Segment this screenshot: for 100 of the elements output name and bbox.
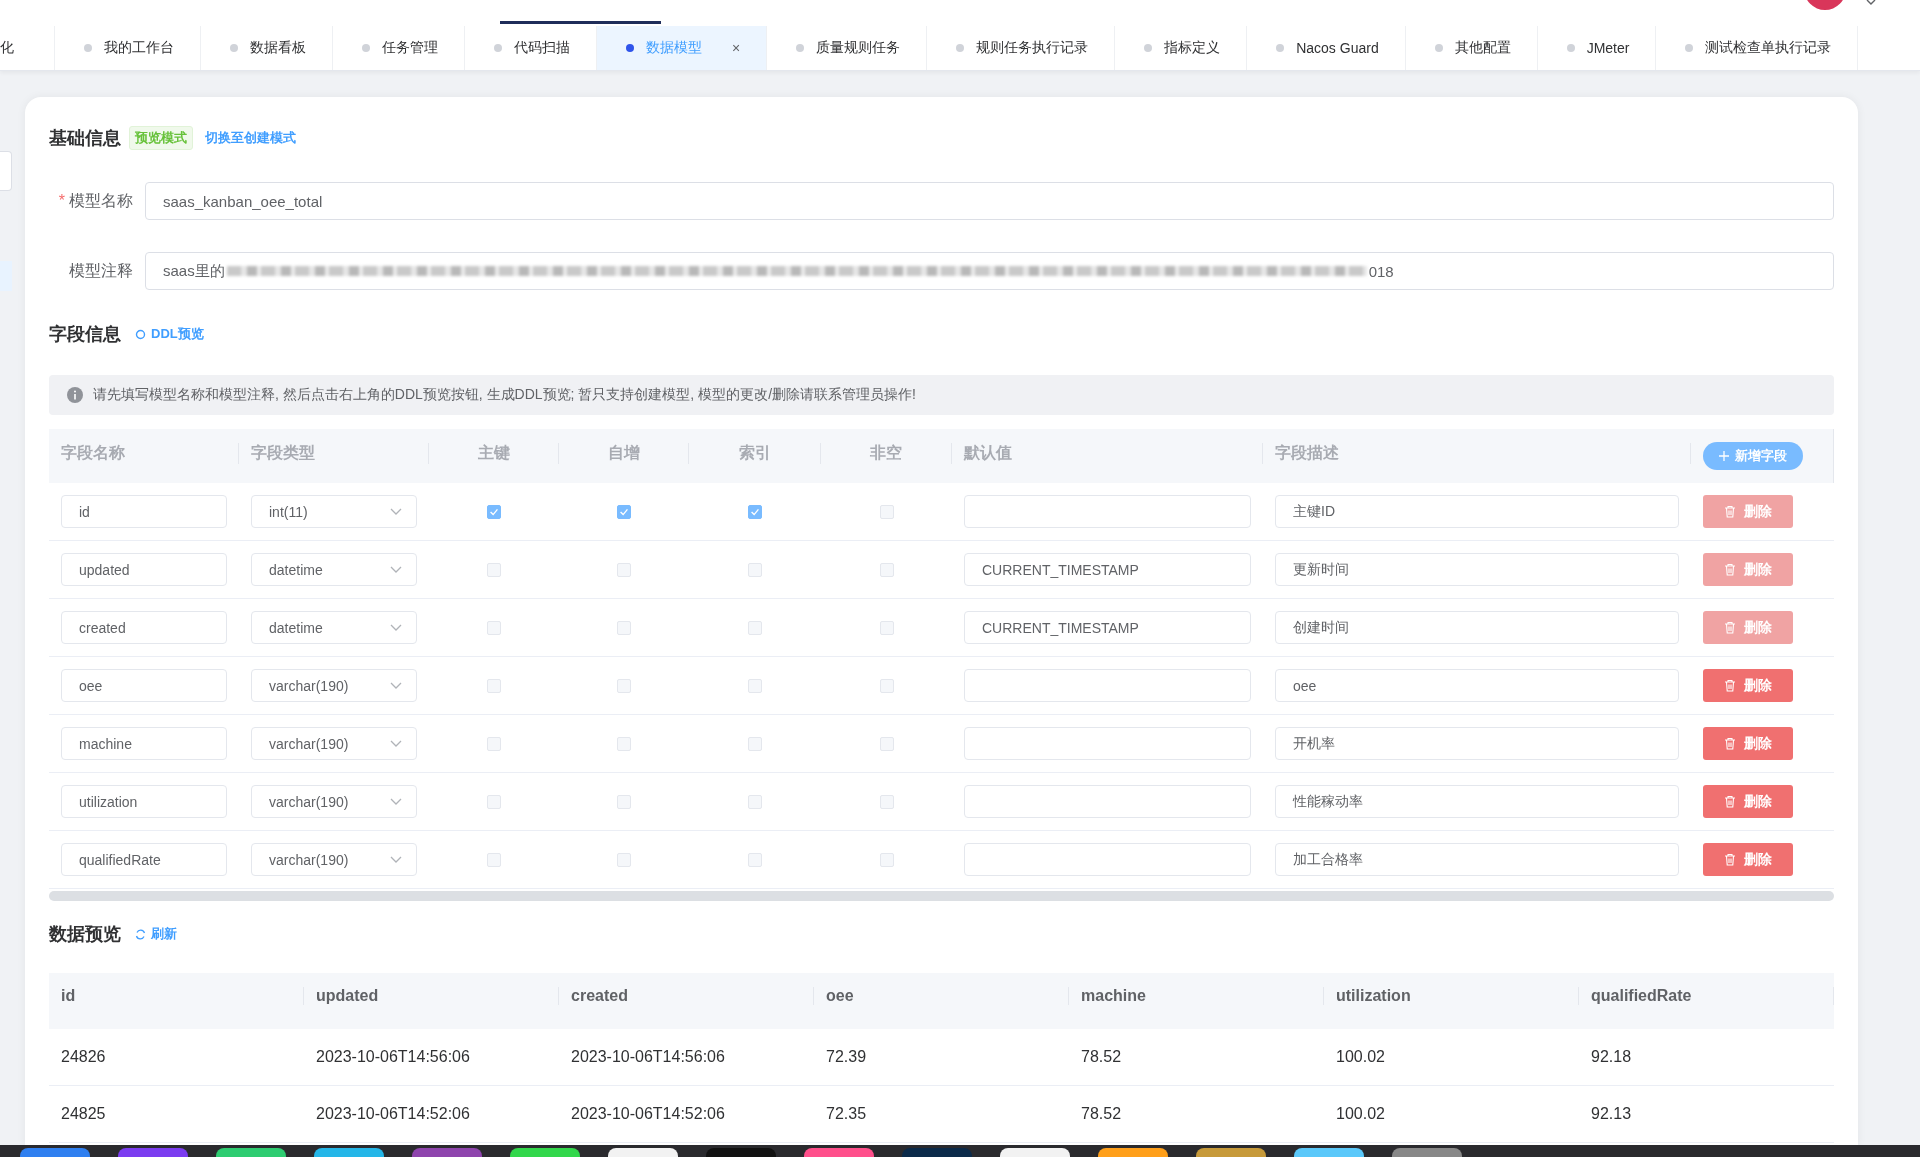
table-cell: 78.52	[1081, 1048, 1122, 1066]
default-value-input[interactable]	[964, 843, 1251, 876]
table-cell: 24825	[61, 1105, 106, 1123]
default-value-input[interactable]: CURRENT_TIMESTAMP	[964, 553, 1251, 586]
trash-icon	[1724, 679, 1736, 692]
trash-icon	[1724, 563, 1736, 576]
caret-icon[interactable]	[1866, 0, 1876, 6]
scrollbar[interactable]	[49, 891, 1834, 901]
section-title: 基础信息	[49, 127, 121, 150]
type-select[interactable]: varchar(190)	[251, 785, 417, 818]
section-title: 数据预览	[49, 923, 121, 946]
trash-icon	[1724, 853, 1736, 866]
trash-icon	[1724, 795, 1736, 808]
status-dot	[494, 44, 502, 52]
field-name-input[interactable]: id	[61, 495, 227, 528]
type-select[interactable]: datetime	[251, 611, 417, 644]
tab[interactable]: 代码扫描	[514, 39, 570, 57]
trash-icon	[1724, 505, 1736, 518]
info-icon	[67, 387, 83, 403]
table-cell: 78.52	[1081, 1105, 1122, 1123]
chevron-down-icon	[390, 507, 402, 516]
status-dot	[84, 44, 92, 52]
type-select[interactable]: int(11)	[251, 495, 417, 528]
description-input[interactable]: oee	[1275, 669, 1679, 702]
table-cell: 100.02	[1336, 1105, 1385, 1123]
chevron-down-icon	[390, 855, 402, 864]
type-select[interactable]: varchar(190)	[251, 843, 417, 876]
close-icon[interactable]: ×	[732, 40, 741, 56]
status-dot	[1566, 44, 1575, 52]
status-dot	[1144, 44, 1153, 52]
input-field[interactable]: saas_kanban_oee_total	[145, 182, 1834, 220]
status-dot	[362, 44, 370, 52]
table-cell: 2023-10-06T14:52:06	[571, 1105, 725, 1123]
type-select[interactable]: varchar(190)	[251, 727, 417, 760]
tab[interactable]: 指标定义	[1164, 39, 1221, 57]
field-label: 模型名称	[69, 191, 133, 209]
default-value-input[interactable]	[964, 785, 1251, 818]
mode-tag: 预览模式	[129, 126, 193, 150]
tab[interactable]: 我的工作台	[104, 39, 174, 57]
chevron-down-icon	[390, 739, 402, 748]
status-dot	[956, 44, 965, 52]
input-field[interactable]: saas里的 018	[145, 252, 1834, 290]
chevron-down-icon	[390, 797, 402, 806]
refresh-icon	[135, 928, 146, 940]
tab[interactable]: Nacos Guard	[1296, 40, 1379, 56]
field-name-input[interactable]: utilization	[61, 785, 227, 818]
field-label: 模型注释	[69, 261, 133, 279]
description-input[interactable]: 开机率	[1275, 727, 1679, 760]
trash-icon	[1724, 621, 1736, 634]
description-input[interactable]: 加工合格率	[1275, 843, 1679, 876]
table-cell: 2023-10-06T14:52:06	[316, 1105, 470, 1123]
tab[interactable]: 任务管理	[382, 39, 438, 57]
tab[interactable]: 其他配置	[1454, 39, 1511, 57]
tab[interactable]: 数据看板	[250, 39, 306, 57]
tab[interactable]: JMeter	[1586, 40, 1630, 56]
default-value-input[interactable]	[964, 669, 1251, 702]
status-dot	[1685, 44, 1694, 52]
field-name-input[interactable]: qualifiedRate	[61, 843, 227, 876]
status-dot	[230, 44, 238, 52]
default-value-input[interactable]	[964, 727, 1251, 760]
table-cell: 72.35	[826, 1105, 867, 1123]
status-dot	[796, 44, 805, 52]
field-name-input[interactable]: machine	[61, 727, 227, 760]
tab[interactable]: 规则任务执行记录	[976, 39, 1089, 57]
plus-icon	[1719, 451, 1729, 461]
description-input[interactable]: 创建时间	[1275, 611, 1679, 644]
table-cell: 92.18	[1591, 1048, 1632, 1066]
table-cell: 2023-10-06T14:56:06	[316, 1048, 470, 1066]
description-input[interactable]: 更新时间	[1275, 553, 1679, 586]
checkbox[interactable]	[748, 504, 762, 519]
required-mark: *	[58, 191, 65, 209]
table-cell: 2023-10-06T14:56:06	[571, 1048, 725, 1066]
table-cell: 72.39	[826, 1048, 867, 1066]
column-header: qualifiedRate	[1579, 987, 1834, 1005]
section-title: 字段信息	[49, 323, 121, 346]
table-cell: 24826	[61, 1048, 106, 1066]
tab[interactable]: 化	[0, 26, 55, 70]
default-value-input[interactable]	[964, 495, 1251, 528]
sidebar-item[interactable]	[0, 151, 12, 191]
table-cell: 100.02	[1336, 1048, 1385, 1066]
alert-text: 请先填写模型名称和模型注释, 然后点击右上角的DDL预览按钮, 生成DDL预览; 暂只支持创建模型, 模型的更改/删除请联系管理员操作!	[93, 386, 916, 404]
tab[interactable]: 质量规则任务	[816, 39, 901, 57]
description-input[interactable]: 主键ID	[1275, 495, 1679, 528]
field-name-input[interactable]: created	[61, 611, 227, 644]
default-value-input[interactable]: CURRENT_TIMESTAMP	[964, 611, 1251, 644]
trash-icon	[1724, 737, 1736, 750]
chevron-down-icon	[390, 565, 402, 574]
checkbox[interactable]	[617, 504, 631, 519]
table-cell: 92.13	[1591, 1105, 1632, 1123]
field-name-input[interactable]: updated	[61, 553, 227, 586]
status-dot	[1434, 44, 1443, 52]
chevron-down-icon	[390, 623, 402, 632]
description-input[interactable]: 性能稼动率	[1275, 785, 1679, 818]
chevron-down-icon	[390, 681, 402, 690]
type-select[interactable]: varchar(190)	[251, 669, 417, 702]
checkbox[interactable]	[487, 504, 501, 519]
status-dot	[626, 44, 634, 52]
tab[interactable]: 测试检查单执行记录	[1705, 39, 1832, 57]
field-name-input[interactable]: oee	[61, 669, 227, 702]
type-select[interactable]: datetime	[251, 553, 417, 586]
